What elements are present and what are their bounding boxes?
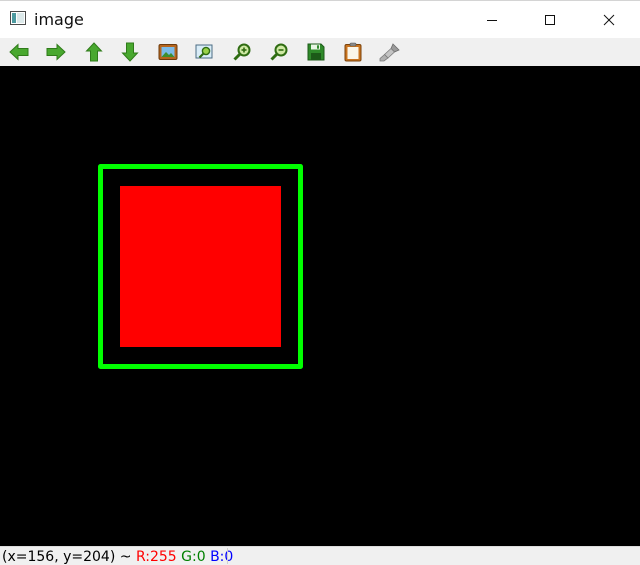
status-readout: (x=156, y=204) ~ R:255 G:0 B:0 [2, 550, 233, 565]
zoom-fit-button[interactable] [157, 41, 179, 63]
maximize-button[interactable] [527, 1, 573, 38]
status-separator [227, 548, 228, 564]
zoom-actual-button[interactable] [194, 41, 216, 63]
close-icon [603, 14, 615, 25]
title-bar: image [0, 0, 640, 38]
properties-brush-icon [379, 43, 400, 62]
pan-down-button[interactable] [119, 41, 141, 63]
zoom-in-icon [233, 43, 251, 61]
save-button[interactable] [305, 41, 327, 63]
zoom-fit-icon [158, 44, 178, 60]
window-title: image [34, 10, 84, 29]
image-canvas[interactable] [0, 66, 640, 546]
arrow-up-icon [85, 42, 103, 62]
copy-clipboard-icon [344, 42, 362, 62]
save-icon [307, 43, 325, 61]
maximize-icon [545, 14, 555, 25]
copy-to-clipboard-button[interactable] [342, 41, 364, 63]
properties-button[interactable] [379, 41, 401, 63]
zoom-in-button[interactable] [231, 41, 253, 63]
image-background [0, 66, 640, 546]
arrow-down-icon [121, 42, 139, 62]
green-channel-value: G:0 [181, 549, 206, 565]
zoom-out-button[interactable] [268, 41, 290, 63]
red-filled-square [120, 186, 281, 347]
close-button[interactable] [586, 1, 632, 38]
app-window-icon [10, 11, 26, 25]
minimize-icon [487, 19, 497, 21]
zoom-actual-icon [195, 44, 213, 59]
toolbar [0, 38, 640, 66]
blue-channel-value: B:0 [210, 549, 234, 565]
pan-up-button[interactable] [83, 41, 105, 63]
minimize-button[interactable] [469, 1, 515, 38]
status-bar: (x=156, y=204) ~ R:255 G:0 B:0 [0, 546, 640, 565]
cursor-coordinates: (x=156, y=204) ~ [2, 549, 136, 565]
arrow-right-icon [46, 43, 66, 61]
image-view [0, 66, 640, 546]
red-channel-value: R:255 [135, 549, 177, 565]
pan-right-button[interactable] [45, 41, 67, 63]
zoom-out-icon [270, 43, 288, 61]
arrow-left-icon [9, 43, 29, 61]
pan-left-button[interactable] [8, 41, 30, 63]
